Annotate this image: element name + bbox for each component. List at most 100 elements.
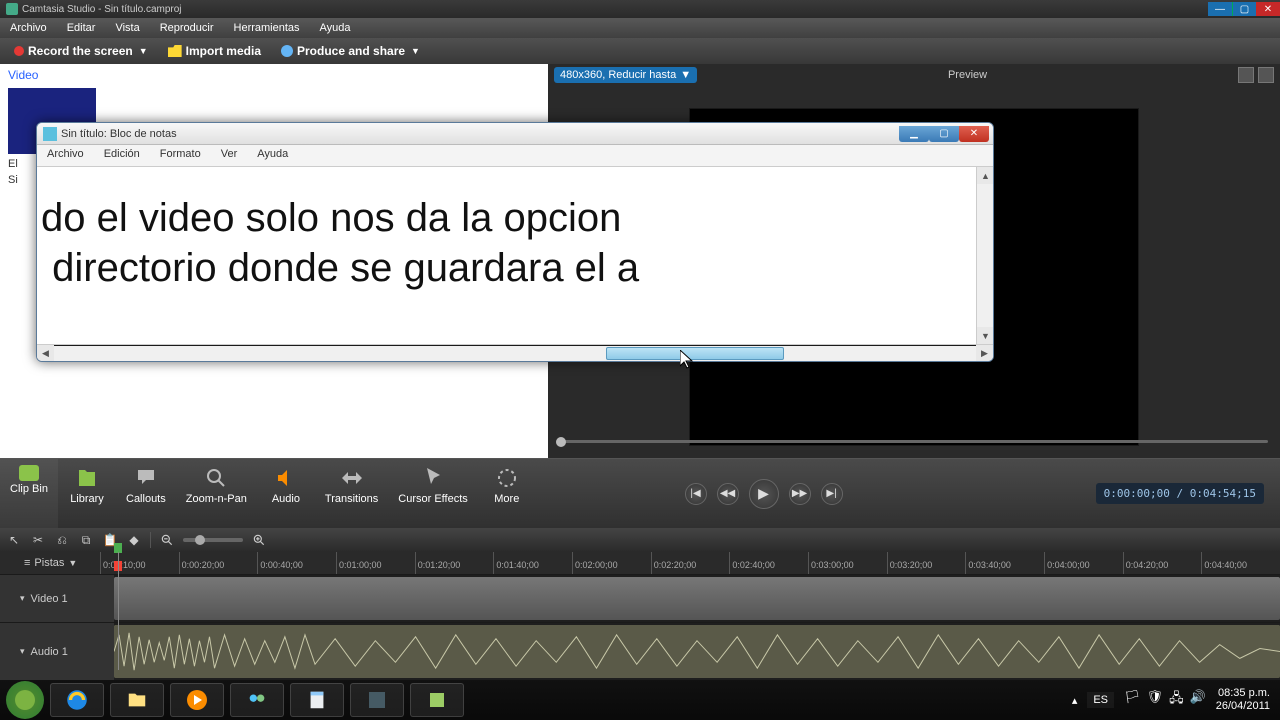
record-screen-button[interactable]: Record the screen ▼ (6, 42, 156, 60)
preview-scrubber[interactable] (556, 438, 1268, 444)
split-tool-icon[interactable]: ⎌ (54, 532, 70, 548)
clipbin-icon (19, 465, 39, 481)
menu-editar[interactable]: Editar (57, 18, 106, 38)
tab-callouts[interactable]: Callouts (116, 459, 176, 528)
menubar: Archivo Editar Vista Reproducir Herramie… (0, 18, 1280, 38)
notepad-vertical-scrollbar[interactable]: ▲ ▼ (976, 167, 993, 344)
taskbar-notepad[interactable] (290, 683, 344, 717)
select-tool-icon[interactable]: ↖ (6, 532, 22, 548)
taskbar-ie[interactable] (50, 683, 104, 717)
close-button[interactable]: ✕ (1256, 2, 1280, 16)
timeline-ruler[interactable]: 0:00:10;00 0:00:20;00 0:00:40;00 0:01:00… (100, 552, 1280, 574)
tray-expand-icon[interactable]: ▴ (1072, 694, 1078, 707)
audio-waveform[interactable] (114, 625, 1280, 678)
preview-title: Preview (948, 69, 987, 81)
tray-shield-icon[interactable]: 🛡 (1147, 689, 1164, 711)
marker-tool-icon[interactable]: ◆ (126, 532, 142, 548)
scroll-right-icon[interactable]: ▶ (976, 345, 993, 362)
maximize-button[interactable]: ▢ (1232, 2, 1256, 16)
tab-clipbin[interactable]: Clip Bin (0, 459, 58, 528)
notepad-menu-edicion[interactable]: Edición (94, 145, 150, 166)
scrubber-thumb[interactable] (556, 437, 566, 447)
language-indicator[interactable]: ES (1087, 692, 1114, 708)
tray-network-icon[interactable]: 🖧 (1169, 689, 1184, 711)
notepad-textarea[interactable]: do el video solo nos da la opcion direct… (37, 167, 976, 344)
next-button[interactable]: ▶| (821, 483, 843, 505)
notepad-menu-formato[interactable]: Formato (150, 145, 211, 166)
notepad-minimize-button[interactable]: ▁ (899, 126, 929, 142)
taskbar-app[interactable] (410, 683, 464, 717)
playhead-marker[interactable] (114, 540, 128, 552)
scroll-up-icon[interactable]: ▲ (977, 167, 994, 184)
import-media-button[interactable]: Import media (160, 42, 269, 60)
collapse-icon[interactable]: ▾ (20, 593, 25, 604)
zoom-in-icon[interactable] (251, 532, 267, 548)
menu-archivo[interactable]: Archivo (0, 18, 57, 38)
produce-share-button[interactable]: Produce and share ▼ (273, 42, 428, 60)
notepad-window[interactable]: Sin título: Bloc de notas ▁ ▢ ✕ Archivo … (36, 122, 994, 362)
chevron-down-icon: ▼ (680, 69, 691, 81)
prev-button[interactable]: |◀ (685, 483, 707, 505)
folder-icon (168, 45, 182, 57)
notepad-maximize-button[interactable]: ▢ (929, 126, 959, 142)
tab-cursor[interactable]: Cursor Effects (388, 459, 478, 528)
zoom-out-icon[interactable] (159, 532, 175, 548)
scroll-down-icon[interactable]: ▼ (977, 327, 994, 344)
notepad-menu-ver[interactable]: Ver (211, 145, 248, 166)
toolbar: Record the screen ▼ Import media Produce… (0, 38, 1280, 64)
play-button[interactable]: ▶ (749, 479, 779, 509)
callout-icon (133, 465, 159, 491)
library-icon (74, 465, 100, 491)
notepad-horizontal-scrollbar[interactable]: ◀ ▶ (37, 344, 993, 361)
notepad-menu-ayuda[interactable]: Ayuda (247, 145, 298, 166)
titlebar[interactable]: Camtasia Studio - Sin título.camproj — ▢… (0, 0, 1280, 18)
transitions-icon (339, 465, 365, 491)
tab-library[interactable]: Library (58, 459, 116, 528)
taskbar-wmp[interactable] (170, 683, 224, 717)
playhead-line[interactable] (118, 552, 119, 670)
video-track-content[interactable] (114, 575, 1280, 622)
preview-detach-icon[interactable] (1238, 67, 1254, 83)
copy-tool-icon[interactable]: ⧉ (78, 532, 94, 548)
mouse-cursor (680, 350, 696, 375)
cut-tool-icon[interactable]: ✂ (30, 532, 46, 548)
preview-fullscreen-icon[interactable] (1258, 67, 1274, 83)
preview-resolution-select[interactable]: 480x360, Reducir hasta ▼ (554, 67, 697, 83)
start-button[interactable] (6, 681, 44, 719)
zoom-slider[interactable] (183, 538, 243, 542)
menu-reproducir[interactable]: Reproducir (150, 18, 224, 38)
taskbar-camtasia[interactable] (350, 683, 404, 717)
record-icon (14, 46, 24, 56)
menu-herramientas[interactable]: Herramientas (224, 18, 310, 38)
tab-audio[interactable]: Audio (257, 459, 315, 528)
tab-transitions[interactable]: Transitions (315, 459, 388, 528)
rewind-button[interactable]: ◀◀ (717, 483, 739, 505)
more-icon (494, 465, 520, 491)
audio-track-content[interactable] (114, 623, 1280, 680)
menu-vista[interactable]: Vista (105, 18, 149, 38)
minimize-button[interactable]: — (1208, 2, 1232, 16)
taskbar-clock[interactable]: 08:35 p.m. 26/04/2011 (1216, 687, 1274, 713)
playback-bar: |◀ ◀◀ ▶ ▶▶ ▶| 0:00:00;00 / 0:04:54;15 (548, 458, 1280, 528)
menu-ayuda[interactable]: Ayuda (310, 18, 361, 38)
tracks-header: ≡ Pistas ▼ 0:00:10;00 0:00:20;00 0:00:40… (0, 552, 1280, 574)
chevron-down-icon[interactable]: ▼ (68, 558, 77, 568)
tab-more[interactable]: More (478, 459, 536, 528)
clipbin-section-label: Video (0, 64, 548, 86)
video-clip[interactable] (114, 577, 1280, 620)
notepad-menu-archivo[interactable]: Archivo (37, 145, 94, 166)
tracks-menu-icon[interactable]: ≡ (24, 557, 30, 569)
tab-zoom[interactable]: Zoom-n-Pan (176, 459, 257, 528)
tray-flag-icon[interactable]: 🏳 (1124, 689, 1141, 711)
forward-button[interactable]: ▶▶ (789, 483, 811, 505)
taskbar-msn[interactable] (230, 683, 284, 717)
collapse-icon[interactable]: ▾ (20, 646, 25, 657)
scroll-left-icon[interactable]: ◀ (37, 345, 54, 362)
tray-volume-icon[interactable]: 🔊 (1190, 689, 1206, 711)
taskbar-explorer[interactable] (110, 683, 164, 717)
notepad-titlebar[interactable]: Sin título: Bloc de notas ▁ ▢ ✕ (37, 123, 993, 145)
system-tray: ▴ ES 🏳 🛡 🖧 🔊 08:35 p.m. 26/04/2011 (1072, 687, 1274, 713)
notepad-close-button[interactable]: ✕ (959, 126, 989, 142)
notepad-icon (43, 127, 57, 141)
chevron-down-icon: ▼ (411, 46, 420, 56)
